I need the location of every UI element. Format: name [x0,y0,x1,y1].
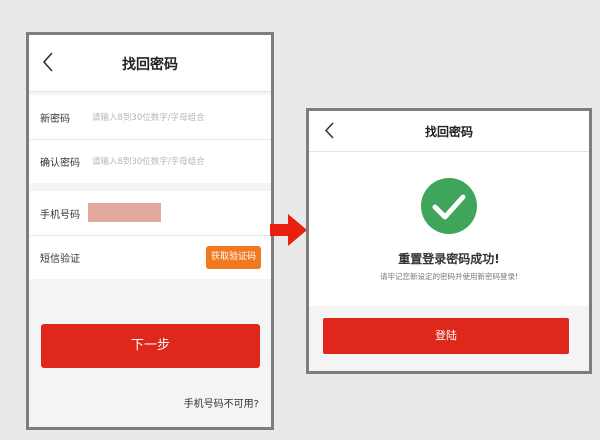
success-panel: 重置登录密码成功! 请牢记您新设定的密码并使用新密码登录! [309,152,589,306]
phone-number-row[interactable]: 手机号码 [29,191,271,235]
success-hint: 请牢记您新设定的密码并使用新密码登录! [379,272,518,281]
phone-number-label: 手机号码 [40,210,80,221]
verification-section: 手机号码 短信验证 获取验证码 [29,191,271,279]
header: 找回密码 [309,111,589,152]
new-password-input[interactable]: 请输入8到30位数字/字母组合 [92,111,205,123]
next-step-button[interactable]: 下一步 [41,324,260,368]
confirm-password-row[interactable]: 确认密码 请输入8到30位数字/字母组合 [29,139,271,183]
header: 找回密码 [29,35,271,92]
sms-code-label: 短信验证 [40,254,80,265]
sms-code-row[interactable]: 短信验证 获取验证码 [29,235,271,279]
reset-password-form-screen: 找回密码 新密码 请输入8到30位数字/字母组合 确认密码 请输入8到30位数字… [26,32,274,430]
new-password-row[interactable]: 新密码 请输入8到30位数字/字母组合 [29,95,271,139]
confirm-password-input[interactable]: 请输入8到30位数字/字母组合 [92,155,205,167]
page-title: 找回密码 [122,57,178,73]
page-title: 找回密码 [424,125,473,139]
confirm-password-label: 确认密码 [40,158,80,169]
arrow-right-icon [270,214,308,246]
new-password-label: 新密码 [40,114,70,125]
get-code-button[interactable]: 获取验证码 [206,246,261,269]
check-circle-icon [421,178,477,234]
phone-unavailable-link[interactable]: 手机号码不可用? [184,395,259,410]
success-message: 重置登录密码成功! [398,252,500,266]
login-button[interactable]: 登陆 [323,318,569,354]
reset-success-screen: 找回密码 重置登录密码成功! 请牢记您新设定的密码并使用新密码登录! 登陆 [306,108,592,374]
phone-number-field[interactable] [88,203,161,222]
password-section: 新密码 请输入8到30位数字/字母组合 确认密码 请输入8到30位数字/字母组合 [29,95,271,183]
